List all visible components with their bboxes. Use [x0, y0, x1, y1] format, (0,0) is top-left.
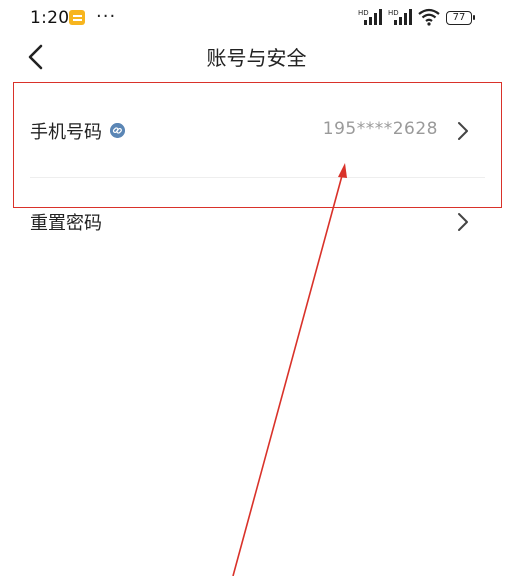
annotation-arrow [232, 163, 347, 576]
